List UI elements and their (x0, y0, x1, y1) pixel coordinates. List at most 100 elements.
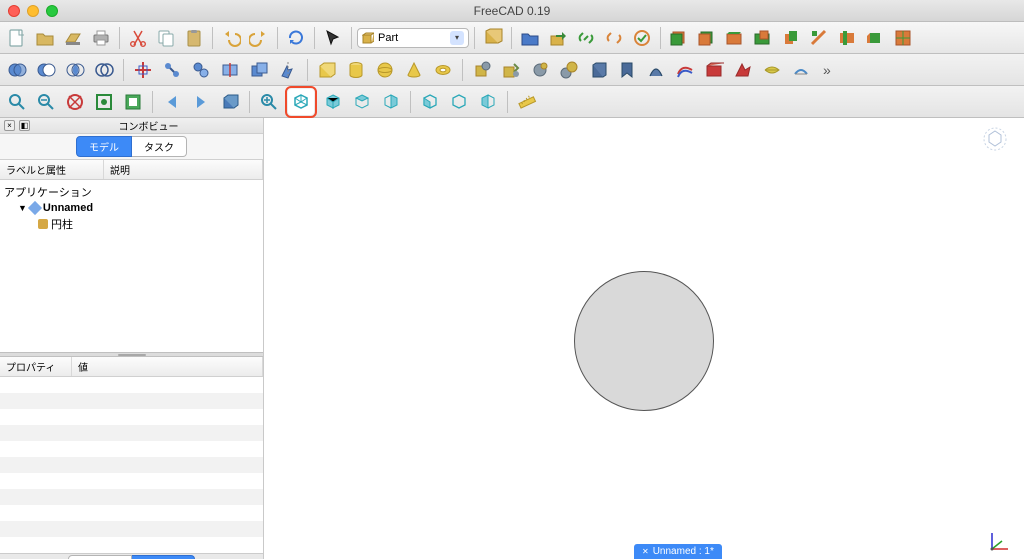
panel-close-icon[interactable]: × (4, 120, 15, 131)
fitall-button[interactable] (120, 89, 146, 115)
torus-button[interactable] (430, 57, 456, 83)
part-op7-button[interactable] (834, 25, 860, 51)
box-button[interactable] (314, 57, 340, 83)
cut-button[interactable] (125, 25, 151, 51)
thickness-button[interactable] (701, 57, 727, 83)
new-file-button[interactable] (4, 25, 30, 51)
iso-view-button[interactable] (288, 89, 314, 115)
mirror-button[interactable] (275, 57, 301, 83)
model-tree[interactable]: アプリケーション ▼Unnamed 円柱 (0, 180, 263, 352)
close-window-icon[interactable] (8, 5, 20, 17)
tab-view[interactable]: ビュー (68, 555, 132, 559)
paste-button[interactable] (181, 25, 207, 51)
minimize-window-icon[interactable] (27, 5, 39, 17)
part-op1-button[interactable] (666, 25, 692, 51)
panel-pin-icon[interactable]: ◧ (19, 120, 30, 131)
datum-button[interactable] (130, 57, 156, 83)
bottom-view-button[interactable] (446, 89, 472, 115)
link-make-button[interactable] (573, 25, 599, 51)
redo-button[interactable] (246, 25, 272, 51)
measure-button[interactable] (514, 89, 540, 115)
zoom-in-button[interactable] (4, 89, 30, 115)
col-desc: 説明 (104, 160, 263, 179)
part-op4-button[interactable] (750, 25, 776, 51)
zoom-window-icon[interactable] (46, 5, 58, 17)
tab-data[interactable]: データ (132, 555, 195, 559)
cylinder-button[interactable] (343, 57, 369, 83)
tree-item-cylinder[interactable]: 円柱 (4, 215, 259, 233)
refine-button[interactable] (730, 57, 756, 83)
separator (212, 27, 213, 49)
toolbar-overflow-button[interactable]: » (817, 62, 837, 78)
col-value: 値 (72, 357, 263, 376)
tree-root[interactable]: アプリケーション (4, 183, 259, 201)
cursor-button[interactable] (320, 25, 346, 51)
window-title: FreeCAD 0.19 (0, 4, 1024, 18)
fit-button[interactable] (91, 89, 117, 115)
part-op2-button[interactable] (694, 25, 720, 51)
3d-viewport[interactable]: Unnamed : 1* (264, 118, 1024, 559)
bool-b-button[interactable] (33, 57, 59, 83)
defeature-button[interactable] (788, 57, 814, 83)
part-op9-button[interactable] (890, 25, 916, 51)
part-cut-button[interactable] (480, 25, 506, 51)
bool-c-button[interactable] (62, 57, 88, 83)
front-view-button[interactable] (320, 89, 346, 115)
combo-tabs: モデル タスク (0, 134, 263, 159)
cylinder-top-face[interactable] (574, 271, 714, 411)
cone-button[interactable] (401, 57, 427, 83)
separator (474, 27, 475, 49)
undo-button[interactable] (218, 25, 244, 51)
axes-widget (988, 525, 1016, 553)
split-button[interactable] (217, 57, 243, 83)
sphere-button[interactable] (372, 57, 398, 83)
bool-d-button[interactable] (91, 57, 117, 83)
nav-right-button[interactable] (188, 89, 214, 115)
ruled-button[interactable] (585, 57, 611, 83)
tab-model[interactable]: モデル (76, 136, 132, 157)
nav-cube-button[interactable] (217, 89, 243, 115)
shapebuilder-button[interactable] (527, 57, 553, 83)
copy-button[interactable] (153, 25, 179, 51)
part-op3-button[interactable] (722, 25, 748, 51)
zoom-tool-button[interactable] (256, 89, 282, 115)
save-file-button[interactable] (60, 25, 86, 51)
part-op5-button[interactable] (778, 25, 804, 51)
clone-button[interactable] (188, 57, 214, 83)
prism-button[interactable] (469, 57, 495, 83)
bbox-button[interactable] (62, 89, 88, 115)
workbench-selector[interactable]: Part (357, 28, 469, 48)
property-grid[interactable] (0, 377, 263, 553)
bool-a-button[interactable] (4, 57, 30, 83)
tab-task[interactable]: タスク (132, 136, 187, 157)
plane-button[interactable] (556, 57, 582, 83)
builder-button[interactable] (498, 57, 524, 83)
link-select-button[interactable] (629, 25, 655, 51)
open-file-button[interactable] (32, 25, 58, 51)
link-import-button[interactable] (601, 25, 627, 51)
document-tab[interactable]: Unnamed : 1* (634, 544, 722, 559)
nav-cube-widget[interactable] (982, 126, 1008, 152)
panel-title: コンボビュー (34, 118, 263, 133)
boolean-button[interactable] (246, 57, 272, 83)
part-op8-button[interactable] (862, 25, 888, 51)
export-button[interactable] (545, 25, 571, 51)
zoom-out-button[interactable] (33, 89, 59, 115)
top-view-button[interactable] (349, 89, 375, 115)
wire-button[interactable] (159, 57, 185, 83)
left-view-button[interactable] (475, 89, 501, 115)
separator (249, 91, 250, 113)
open-project-button[interactable] (517, 25, 543, 51)
loft-button[interactable] (614, 57, 640, 83)
offset3d-button[interactable] (672, 57, 698, 83)
nav-left-button[interactable] (159, 89, 185, 115)
check-button[interactable] (759, 57, 785, 83)
tree-doc[interactable]: ▼Unnamed (4, 201, 259, 215)
sweep-button[interactable] (643, 57, 669, 83)
rear-view-button[interactable] (417, 89, 443, 115)
part-op6-button[interactable] (806, 25, 832, 51)
separator (511, 27, 512, 49)
refresh-button[interactable] (283, 25, 309, 51)
right-view-button[interactable] (378, 89, 404, 115)
print-button[interactable] (88, 25, 114, 51)
